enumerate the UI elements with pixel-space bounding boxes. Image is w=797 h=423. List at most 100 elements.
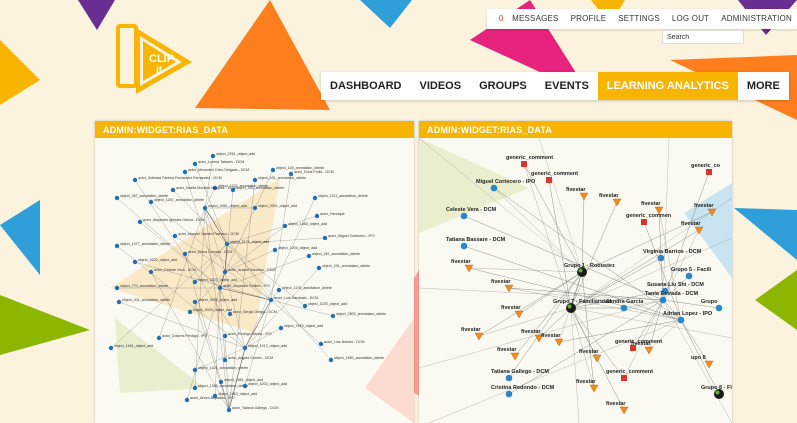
graph-node[interactable] — [217, 285, 223, 291]
fivestar-node[interactable] — [644, 346, 654, 355]
search-input[interactable] — [662, 30, 744, 44]
nav-dashboard[interactable]: DASHBOARD — [321, 72, 411, 100]
graph-node[interactable] — [318, 341, 324, 347]
person-node[interactable] — [460, 212, 468, 220]
fivestar-node[interactable] — [592, 354, 602, 363]
graph-node[interactable] — [282, 223, 288, 229]
graph-node[interactable] — [172, 233, 178, 239]
graph-node[interactable] — [114, 285, 120, 291]
person-node[interactable] — [715, 304, 723, 312]
graph-node[interactable] — [224, 241, 230, 247]
network-graph-2[interactable]: generic_comment generic_comment generic_co… — [419, 138, 732, 423]
graph-node[interactable] — [316, 265, 322, 271]
nav-videos[interactable]: VIDEOS — [411, 72, 471, 100]
graph-node[interactable] — [192, 367, 198, 373]
graph-node[interactable] — [328, 357, 334, 363]
settings-link[interactable]: SETTINGS — [612, 9, 666, 29]
graph-node[interactable] — [330, 313, 336, 319]
person-node[interactable] — [490, 184, 498, 192]
graph-node[interactable] — [192, 299, 198, 305]
network-graph-1[interactable]: object_2261_object_add actor_Lorena Tabar… — [95, 138, 414, 423]
nav-groups[interactable]: GROUPS — [470, 72, 536, 100]
graph-node[interactable] — [192, 161, 198, 167]
fivestar-node[interactable] — [619, 406, 629, 415]
comment-node[interactable] — [546, 177, 552, 183]
graph-node[interactable] — [202, 205, 208, 211]
clipit-logo[interactable]: CLIP it — [116, 22, 196, 100]
graph-node[interactable] — [108, 345, 114, 351]
graph-node[interactable] — [272, 247, 278, 253]
graph-node[interactable] — [114, 243, 120, 249]
comment-node[interactable] — [706, 169, 712, 175]
fivestar-node[interactable] — [474, 332, 484, 341]
messages-link[interactable]: 0 MESSAGES — [487, 9, 565, 29]
fivestar-node[interactable] — [554, 338, 564, 347]
fivestar-node[interactable] — [510, 352, 520, 361]
person-node[interactable] — [659, 296, 667, 304]
fivestar-node[interactable] — [579, 192, 589, 201]
person-node[interactable] — [620, 304, 628, 312]
person-node[interactable] — [685, 272, 693, 280]
graph-node[interactable] — [270, 167, 276, 173]
graph-node[interactable] — [148, 199, 154, 205]
graph-node[interactable] — [252, 177, 258, 183]
comment-node[interactable] — [621, 375, 627, 381]
person-node[interactable] — [505, 390, 513, 398]
graph-node[interactable] — [116, 299, 122, 305]
graph-node[interactable] — [192, 279, 198, 285]
graph-node[interactable] — [252, 205, 258, 211]
graph-node[interactable] — [210, 153, 216, 159]
graph-node[interactable] — [227, 311, 233, 317]
main-nav: DASHBOARD VIDEOS GROUPS EVENTS LEARNING … — [321, 72, 789, 100]
fivestar-node[interactable] — [612, 198, 622, 207]
graph-node[interactable] — [114, 195, 120, 201]
graph-node[interactable] — [156, 335, 162, 341]
graph-node[interactable] — [312, 195, 318, 201]
graph-node[interactable] — [306, 253, 312, 259]
graph-node[interactable] — [230, 187, 236, 193]
messages-count: 0 — [499, 14, 504, 23]
person-node[interactable] — [505, 374, 513, 382]
graph-node[interactable] — [148, 269, 154, 275]
graph-node[interactable] — [222, 357, 228, 363]
graph-node[interactable] — [132, 259, 138, 265]
logout-link[interactable]: LOG OUT — [666, 9, 715, 29]
graph-node[interactable] — [182, 251, 188, 257]
person-node[interactable] — [677, 316, 685, 324]
graph-node[interactable] — [222, 269, 228, 275]
comment-node[interactable] — [521, 161, 527, 167]
graph-node[interactable] — [187, 309, 193, 315]
fivestar-node[interactable] — [514, 310, 524, 319]
graph-node[interactable] — [137, 219, 143, 225]
graph-node[interactable] — [322, 235, 328, 241]
graph-node[interactable] — [276, 287, 282, 293]
graph-node[interactable] — [278, 325, 284, 331]
nav-learning-analytics[interactable]: LEARNING ANALYTICS — [597, 72, 738, 100]
graph-node[interactable] — [192, 385, 198, 391]
graph-node[interactable] — [242, 383, 248, 389]
graph-node[interactable] — [182, 169, 188, 175]
graph-node-label: Virginia Barrios - DCM — [643, 249, 702, 255]
graph-node-label: Grupo 5 - Facili — [671, 267, 712, 273]
profile-link[interactable]: PROFILE — [565, 9, 613, 29]
graph-node-label: fivestar — [566, 187, 586, 193]
graph-node[interactable] — [268, 297, 274, 303]
graph-node[interactable] — [226, 407, 232, 413]
fivestar-node[interactable] — [589, 384, 599, 393]
graph-node[interactable] — [242, 345, 248, 351]
graph-node-label: generic_comment — [506, 155, 553, 161]
nav-events[interactable]: EVENTS — [536, 72, 598, 100]
graph-node[interactable] — [302, 303, 308, 309]
nav-more[interactable]: MORE — [738, 72, 789, 100]
graph-node[interactable] — [314, 213, 320, 219]
fivestar-node[interactable] — [704, 360, 714, 369]
graph-node[interactable] — [132, 177, 138, 183]
graph-node[interactable] — [184, 397, 190, 403]
person-node[interactable] — [460, 242, 468, 250]
graph-node[interactable] — [212, 393, 218, 399]
graph-node[interactable] — [222, 333, 228, 339]
graph-node[interactable] — [170, 187, 176, 193]
administration-link[interactable]: ADMINISTRATION — [715, 9, 797, 29]
person-node[interactable] — [657, 254, 665, 262]
comment-node[interactable] — [641, 219, 647, 225]
